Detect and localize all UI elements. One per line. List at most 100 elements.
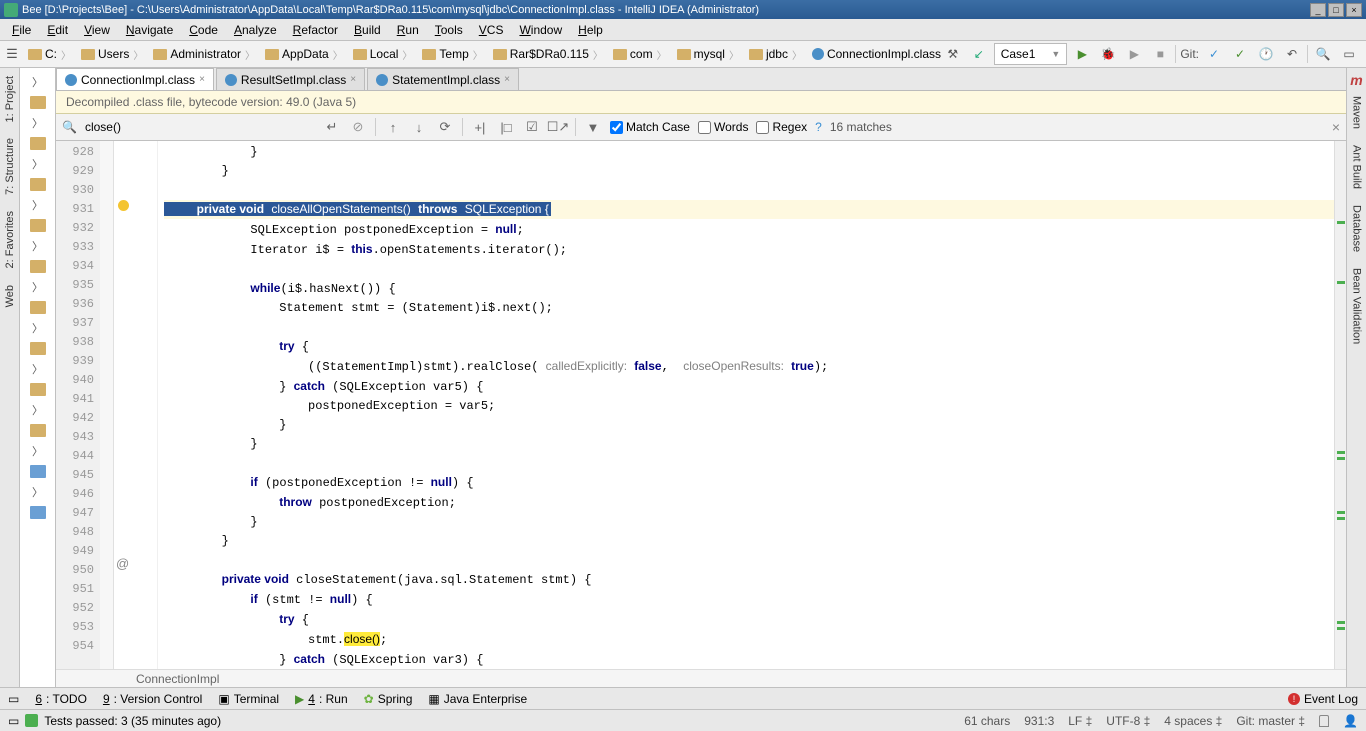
minimize-button[interactable]: _	[1310, 3, 1326, 17]
tool-tab-database[interactable]: Database	[1349, 197, 1365, 260]
menu-help[interactable]: Help	[570, 21, 611, 39]
select-all-icon[interactable]: ⟳	[436, 118, 454, 136]
editor-tab[interactable]: StatementImpl.class×	[367, 68, 519, 90]
menu-run[interactable]: Run	[389, 21, 427, 39]
tree-expand-icon[interactable]: 〉	[32, 484, 43, 500]
run-button[interactable]: ▶	[1071, 43, 1093, 65]
select-occur-icon[interactable]: |□	[497, 118, 515, 136]
breadcrumb-item[interactable]: C:	[24, 45, 77, 64]
tree-expand-icon[interactable]: 〉	[32, 238, 43, 254]
help-icon[interactable]: ?	[815, 120, 822, 134]
menu-edit[interactable]: Edit	[39, 21, 76, 39]
tool-tab-antbuild[interactable]: Ant Build	[1349, 137, 1365, 197]
match-case-checkbox[interactable]: Match Case	[610, 120, 690, 134]
tool-tab-web[interactable]: Web	[2, 277, 18, 315]
add-selection-icon[interactable]: +|	[471, 118, 489, 136]
coverage-button[interactable]: ▶	[1123, 43, 1145, 65]
tool-version-control[interactable]: 9: Version Control	[103, 692, 202, 706]
tool-tab-favorites[interactable]: 2: Favorites	[2, 203, 18, 276]
maven-icon[interactable]: m	[1350, 72, 1362, 88]
tool-todo[interactable]: 6: TODO	[35, 692, 87, 706]
breadcrumb-item[interactable]: Local	[349, 45, 419, 64]
settings-icon[interactable]: ▭	[1338, 43, 1360, 65]
caret-position[interactable]: 931:3	[1024, 714, 1054, 728]
git-revert-icon[interactable]: ↶	[1281, 43, 1303, 65]
menu-build[interactable]: Build	[346, 21, 389, 39]
tool-terminal[interactable]: ▣ Terminal	[218, 692, 279, 706]
run-config-selector[interactable]: Case1 ▼	[994, 43, 1068, 65]
breadcrumb-item[interactable]: Rar$DRa0.115	[489, 45, 609, 64]
deselect-icon[interactable]: ☑	[523, 118, 541, 136]
breadcrumb-item[interactable]: Administrator	[149, 45, 261, 64]
code-area[interactable]: 928 929 930 931 932 933 934 935 936 937 …	[56, 141, 1346, 669]
breadcrumb-item[interactable]: jdbc	[745, 45, 808, 64]
menu-refactor[interactable]: Refactor	[285, 21, 346, 39]
line-ending[interactable]: LF ‡	[1068, 714, 1092, 728]
debug-button[interactable]: 🐞	[1097, 43, 1119, 65]
stop-button[interactable]: ■	[1149, 43, 1171, 65]
breadcrumb-item[interactable]: ConnectionImpl.class	[808, 45, 942, 63]
prev-match-button[interactable]: ↑	[384, 118, 402, 136]
close-find-button[interactable]: ×	[1332, 119, 1340, 135]
menu-analyze[interactable]: Analyze	[226, 21, 285, 39]
tree-expand-icon[interactable]: 〉	[32, 115, 43, 131]
git-history-icon[interactable]: 🕐	[1255, 43, 1277, 65]
tree-expand-icon[interactable]: 〉	[32, 197, 43, 213]
tree-expand-icon[interactable]: 〉	[32, 156, 43, 172]
menu-vcs[interactable]: VCS	[471, 21, 512, 39]
search-icon[interactable]: 🔍	[1312, 43, 1334, 65]
lightbulb-icon[interactable]	[118, 200, 129, 211]
breadcrumb-item[interactable]: AppData	[261, 45, 349, 64]
sync-icon[interactable]: ↙	[968, 43, 990, 65]
git-update-icon[interactable]: ✓	[1203, 43, 1225, 65]
words-checkbox[interactable]: Words	[698, 120, 748, 134]
next-match-button[interactable]: ↓	[410, 118, 428, 136]
nav-menu-icon[interactable]: ☰	[2, 44, 22, 64]
close-tab-icon[interactable]: ×	[199, 74, 205, 85]
tree-expand-icon[interactable]: 〉	[32, 279, 43, 295]
close-tab-icon[interactable]: ×	[504, 74, 510, 85]
editor-tab[interactable]: ConnectionImpl.class×	[56, 68, 214, 90]
tool-tab-beanvalidation[interactable]: Bean Validation	[1349, 260, 1365, 352]
tree-expand-icon[interactable]: 〉	[32, 320, 43, 336]
bottom-menu-icon[interactable]: ▭	[8, 692, 19, 706]
tree-expand-icon[interactable]: 〉	[32, 443, 43, 459]
tool-tab-maven[interactable]: Maven	[1349, 88, 1365, 137]
close-button[interactable]: ×	[1346, 3, 1362, 17]
filter-icon[interactable]: ▼	[584, 118, 602, 136]
breadcrumb-item[interactable]: Temp	[418, 45, 488, 64]
tool-tab-project[interactable]: 1: Project	[2, 68, 18, 130]
lock-icon[interactable]	[1319, 715, 1329, 727]
code-text[interactable]: } } private void closeAllOpenStatements(…	[158, 141, 1334, 669]
clear-icon[interactable]: ⊘	[349, 118, 367, 136]
breadcrumb-item[interactable]: mysql	[673, 45, 745, 64]
tool-tab-structure[interactable]: 7: Structure	[2, 130, 18, 203]
build-icon[interactable]: ⚒	[942, 43, 964, 65]
find-input[interactable]	[85, 120, 315, 134]
close-tab-icon[interactable]: ×	[350, 74, 356, 85]
tool-java-enterprise[interactable]: ▦ Java Enterprise	[428, 692, 527, 706]
menu-file[interactable]: File	[4, 21, 39, 39]
git-commit-icon[interactable]: ✓	[1229, 43, 1251, 65]
event-log-button[interactable]: ! Event Log	[1288, 692, 1358, 706]
tree-expand-icon[interactable]: 〉	[32, 361, 43, 377]
indent[interactable]: 4 spaces ‡	[1164, 714, 1222, 728]
tool-run[interactable]: ▶ 4: Run	[295, 692, 348, 706]
menu-window[interactable]: Window	[511, 21, 570, 39]
menu-tools[interactable]: Tools	[427, 21, 471, 39]
breadcrumb-item[interactable]: Users	[77, 45, 149, 64]
export-icon[interactable]: ☐↗	[549, 118, 567, 136]
breadcrumb-item[interactable]: com	[609, 45, 673, 64]
encoding[interactable]: UTF-8 ‡	[1106, 714, 1150, 728]
editor-tab[interactable]: ResultSetImpl.class×	[216, 68, 365, 90]
menu-code[interactable]: Code	[181, 21, 226, 39]
regex-checkbox[interactable]: Regex	[756, 120, 807, 134]
error-stripe[interactable]	[1334, 141, 1346, 669]
inspector-icon[interactable]: 👤	[1343, 714, 1358, 728]
status-bar-icon[interactable]: ▭	[8, 714, 19, 728]
menu-navigate[interactable]: Navigate	[118, 21, 181, 39]
tool-spring[interactable]: ✿ Spring	[364, 692, 413, 706]
override-icon[interactable]: @	[116, 556, 129, 571]
tree-expand-icon[interactable]: 〉	[32, 74, 43, 90]
menu-view[interactable]: View	[76, 21, 118, 39]
